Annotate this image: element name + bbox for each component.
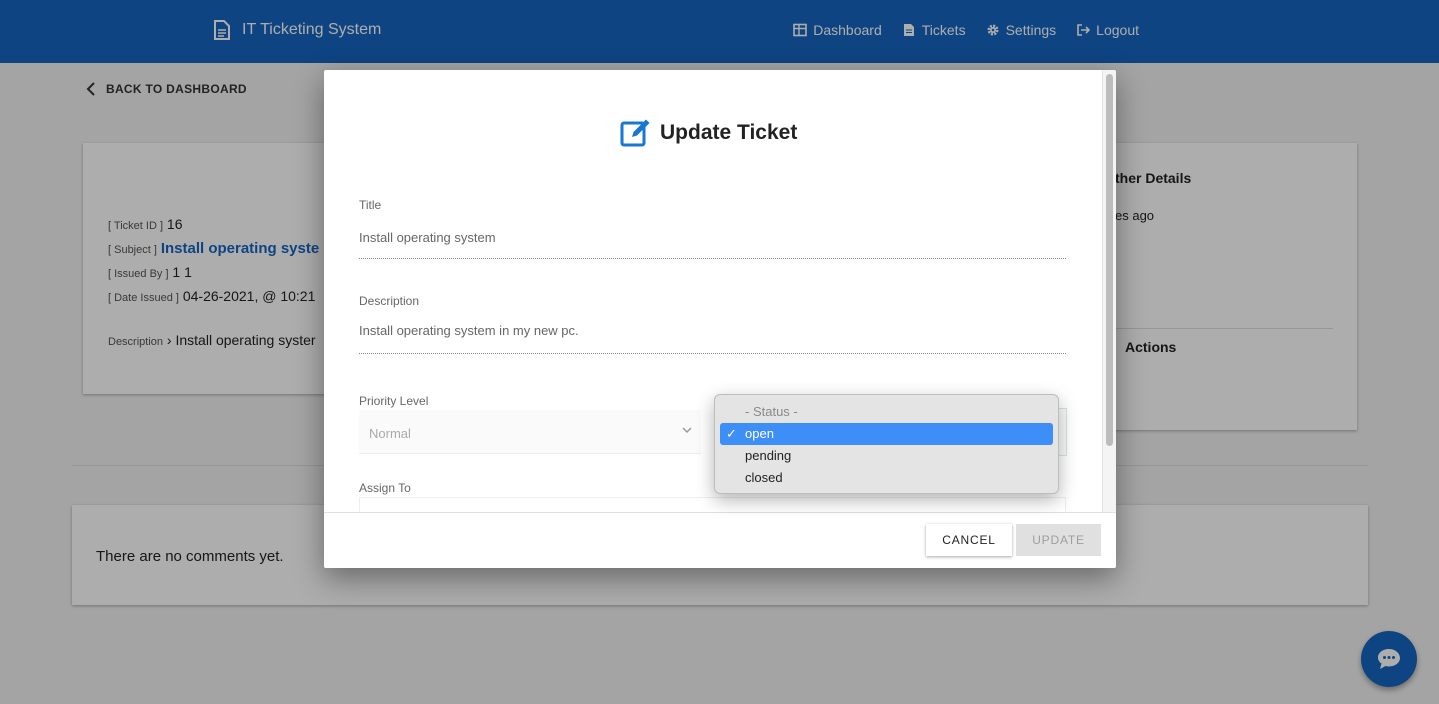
priority-select-value: Normal: [369, 426, 411, 441]
title-field[interactable]: Install operating system: [359, 230, 496, 245]
title-field-underline: [359, 258, 1066, 259]
dialog-title: Update Ticket: [620, 118, 797, 148]
dialog-actions: CANCEL UPDATE: [324, 512, 1116, 568]
dialog-title-text: Update Ticket: [660, 121, 798, 144]
status-option-open[interactable]: ✓ open: [720, 423, 1053, 445]
description-field-underline: [359, 353, 1066, 354]
description-field[interactable]: Install operating system in my new pc.: [359, 323, 579, 338]
assign-to-label: Assign To: [359, 481, 411, 495]
priority-select[interactable]: Normal: [359, 410, 701, 454]
cancel-button[interactable]: CANCEL: [926, 524, 1012, 556]
update-button[interactable]: UPDATE: [1016, 524, 1101, 556]
status-dropdown-menu: - Status - ✓ open pending closed: [714, 394, 1059, 494]
title-field-label: Title: [359, 198, 382, 212]
status-option-closed[interactable]: closed: [720, 467, 1053, 489]
scrollbar-thumb[interactable]: [1106, 74, 1113, 446]
status-option-placeholder[interactable]: - Status -: [720, 401, 1053, 423]
priority-field-label: Priority Level: [359, 394, 429, 408]
edit-icon: [620, 119, 650, 147]
checkmark-icon: ✓: [726, 426, 737, 441]
assign-to-field[interactable]: [359, 497, 1066, 512]
status-option-pending[interactable]: pending: [720, 445, 1053, 467]
dialog-scrollbar[interactable]: [1102, 70, 1116, 512]
description-field-label: Description: [359, 294, 420, 308]
status-option-open-label: open: [745, 426, 774, 441]
chevron-down-icon: [682, 427, 692, 434]
